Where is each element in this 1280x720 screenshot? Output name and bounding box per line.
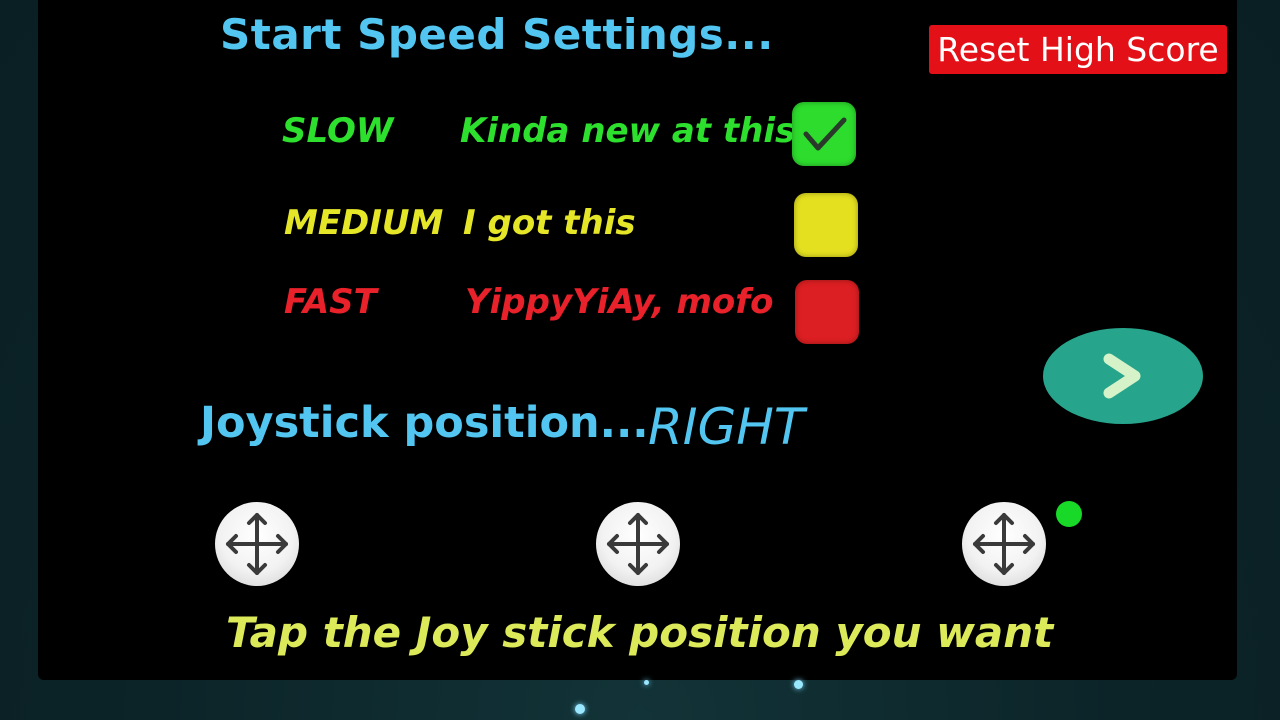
- next-button[interactable]: [1043, 328, 1203, 424]
- joystick-option-left[interactable]: [215, 502, 299, 586]
- selected-position-indicator: [1056, 501, 1082, 527]
- move-arrows-icon: [607, 513, 669, 575]
- speed-checkbox-medium[interactable]: [794, 193, 858, 257]
- speed-label-fast: FAST: [284, 282, 377, 322]
- speed-desc-slow: Kinda new at this: [460, 111, 796, 151]
- joystick-position-value: RIGHT: [648, 398, 805, 456]
- joystick-option-center[interactable]: [596, 502, 680, 586]
- speed-checkbox-slow[interactable]: [792, 102, 856, 166]
- speed-checkbox-fast[interactable]: [795, 280, 859, 344]
- chevron-right-icon: [1103, 353, 1141, 399]
- speed-desc-fast: YippyYiAy, mofo: [465, 282, 774, 322]
- joystick-position-label: Joystick position...: [200, 398, 649, 448]
- move-arrows-icon: [973, 513, 1035, 575]
- speed-desc-medium: I got this: [463, 203, 636, 243]
- checkmark-icon: [803, 117, 847, 151]
- joystick-option-right[interactable]: [962, 502, 1046, 586]
- reset-high-score-button[interactable]: Reset High Score: [929, 25, 1227, 74]
- background-dot: [575, 704, 585, 714]
- speed-label-medium: MEDIUM: [284, 203, 444, 243]
- joystick-hint-text: Tap the Joy stick position you want: [226, 608, 1054, 657]
- game-screen: Start Speed Settings... Reset High Score…: [0, 0, 1280, 720]
- move-arrows-icon: [226, 513, 288, 575]
- background-dot: [644, 680, 649, 685]
- speed-label-slow: SLOW: [282, 111, 394, 151]
- speed-settings-title: Start Speed Settings...: [220, 10, 774, 59]
- background-dot: [794, 680, 803, 689]
